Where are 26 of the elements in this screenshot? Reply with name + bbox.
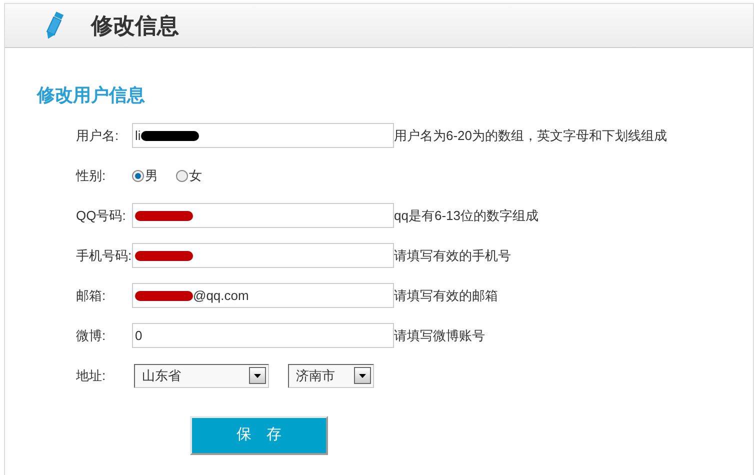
field-hint: 用户名为6-20为的数组，英文字母和下划线组成 bbox=[394, 126, 668, 145]
input-field[interactable]: li bbox=[132, 123, 394, 148]
input-field[interactable]: @qq.com bbox=[132, 283, 394, 308]
field-hint: 请填写有效的手机号 bbox=[394, 246, 511, 265]
input-field[interactable]: 0 bbox=[132, 323, 394, 348]
field-hint: 请填写有效的邮箱 bbox=[394, 286, 498, 305]
field-label: 性别: bbox=[76, 166, 107, 185]
radio-option[interactable]: 女 bbox=[176, 166, 202, 186]
input-value: @qq.com bbox=[193, 286, 249, 305]
field-label: 邮箱: bbox=[76, 286, 107, 305]
field-label: QQ号码: bbox=[76, 206, 127, 225]
field-label: 用户名: bbox=[76, 126, 120, 145]
radio-option[interactable]: 男 bbox=[132, 166, 158, 186]
field-label: 微博: bbox=[76, 326, 107, 345]
section-title: 修改用户信息 bbox=[37, 84, 145, 107]
input-value: li bbox=[135, 126, 141, 145]
input-value: 0 bbox=[135, 326, 142, 345]
field-label: 手机号码: bbox=[76, 246, 132, 265]
page-title: 修改信息 bbox=[91, 12, 179, 40]
input-field[interactable] bbox=[132, 243, 394, 268]
field-hint: 请填写微博账号 bbox=[394, 326, 485, 345]
field-hint: qq是有6-13位的数字组成 bbox=[394, 206, 538, 225]
dropdown[interactable]: 山东省 bbox=[134, 364, 269, 388]
input-field[interactable] bbox=[132, 203, 394, 228]
field-label: 地址: bbox=[76, 366, 107, 385]
dropdown[interactable]: 济南市 bbox=[288, 364, 374, 388]
